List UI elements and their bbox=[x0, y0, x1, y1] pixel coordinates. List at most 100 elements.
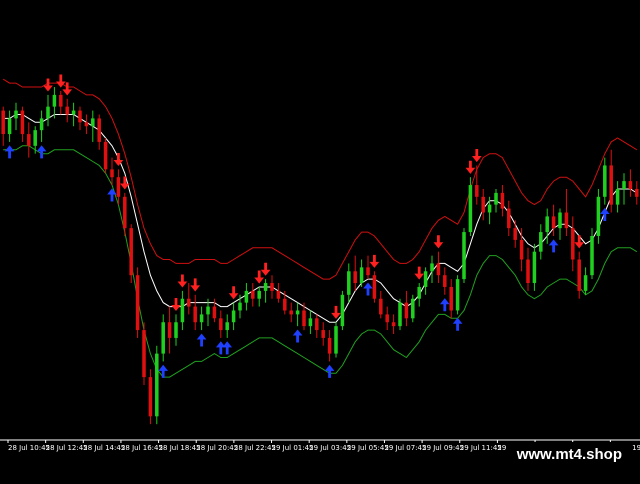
candle-body bbox=[225, 322, 229, 331]
buy-arrow-icon bbox=[439, 298, 450, 312]
candle-body bbox=[174, 322, 178, 338]
candle-body bbox=[97, 118, 101, 142]
sell-arrow-icon bbox=[465, 160, 476, 174]
candle-body bbox=[475, 185, 479, 197]
candle-body bbox=[417, 286, 421, 299]
candle-body bbox=[142, 330, 146, 378]
candle-body bbox=[135, 275, 140, 331]
candle-body bbox=[590, 236, 594, 276]
candle-body bbox=[251, 290, 255, 299]
candle-body bbox=[295, 310, 300, 315]
candle-body bbox=[219, 318, 223, 331]
candle-body bbox=[385, 314, 389, 323]
candle-body bbox=[231, 310, 236, 323]
candle-body bbox=[257, 290, 261, 299]
candle-body bbox=[532, 251, 537, 284]
candle-body bbox=[526, 259, 530, 284]
candle-body bbox=[340, 294, 345, 327]
sell-arrow-icon bbox=[433, 235, 444, 249]
candle-body bbox=[167, 322, 172, 338]
x-tick-label: 28 Jul 12:45 bbox=[46, 444, 88, 452]
candle-body bbox=[283, 298, 287, 311]
candle-body bbox=[78, 110, 82, 123]
candle-body bbox=[148, 377, 153, 417]
x-tick-label: 28 Jul 20:45 bbox=[196, 444, 238, 452]
buy-arrow-icon bbox=[215, 341, 226, 355]
candle-body bbox=[455, 279, 460, 311]
candle-body bbox=[1, 110, 5, 135]
candle-body bbox=[603, 165, 607, 197]
sell-arrow-icon bbox=[171, 298, 181, 312]
buy-arrow-icon bbox=[196, 333, 207, 347]
candle-body bbox=[487, 204, 492, 213]
candle-body bbox=[558, 212, 562, 229]
candle-body bbox=[423, 271, 428, 287]
candle-body bbox=[366, 267, 370, 276]
candle-body bbox=[27, 134, 31, 146]
x-tick-label: 29 Jul 03:45 bbox=[309, 444, 351, 452]
candle-body bbox=[289, 310, 293, 315]
candle-body bbox=[123, 196, 127, 229]
x-tick-label: 28 Jul 14:45 bbox=[83, 444, 125, 452]
candle-body bbox=[500, 192, 505, 209]
candle-body bbox=[129, 228, 133, 276]
candle-body bbox=[551, 216, 556, 229]
x-tick-label: 29 Jul 09:45 bbox=[422, 444, 464, 452]
buy-arrow-icon bbox=[363, 282, 373, 296]
candle-body bbox=[7, 118, 12, 135]
candle-body bbox=[20, 110, 25, 135]
candle-body bbox=[539, 232, 543, 252]
candle-body bbox=[199, 314, 204, 323]
candle-body bbox=[513, 228, 517, 240]
candle-body bbox=[507, 208, 511, 229]
candle-body bbox=[635, 188, 639, 197]
candle-body bbox=[110, 169, 114, 178]
buy-arrow-icon bbox=[292, 329, 303, 343]
candle-body bbox=[71, 110, 76, 115]
candle-body bbox=[327, 337, 332, 354]
candle-body bbox=[14, 110, 18, 119]
sell-arrow-icon bbox=[190, 278, 201, 292]
candle-body bbox=[212, 306, 217, 319]
candle-body bbox=[411, 298, 415, 319]
candle-body bbox=[372, 275, 377, 299]
candle-body bbox=[39, 118, 44, 131]
candle-body bbox=[379, 298, 383, 315]
candle-body bbox=[564, 212, 569, 229]
candle-body bbox=[583, 275, 588, 291]
candle-body bbox=[263, 283, 268, 291]
candle-body bbox=[622, 181, 626, 189]
x-tick-label: 28 Jul 10:45 bbox=[8, 444, 50, 452]
candle-body bbox=[206, 306, 210, 315]
candle-body bbox=[91, 118, 95, 127]
sell-arrow-icon bbox=[471, 149, 482, 163]
buy-arrow-icon bbox=[222, 341, 233, 355]
candle-body bbox=[52, 94, 57, 107]
price-chart[interactable]: 28 Jul 10:45 28 Jul 12:45 28 Jul 14:45 28 J… bbox=[0, 0, 640, 480]
candle-body bbox=[180, 298, 185, 323]
sell-arrow-icon bbox=[177, 274, 188, 288]
candle-body bbox=[609, 165, 613, 205]
candle-body bbox=[462, 232, 466, 280]
x-tick-label: 28 Jul 16:45 bbox=[121, 444, 163, 452]
x-tick-label: 28 Jul 18:45 bbox=[159, 444, 201, 452]
buy-arrow-icon bbox=[548, 239, 559, 253]
candle-body bbox=[59, 94, 63, 107]
candle-body bbox=[46, 106, 50, 119]
x-tick-label: 29 Jul 11:45 bbox=[460, 444, 502, 452]
candle-body bbox=[430, 263, 434, 272]
candle-body bbox=[33, 130, 37, 146]
chart-svg: 28 Jul 10:4528 Jul 12:4528 Jul 14:4528 J… bbox=[0, 74, 640, 452]
x-tick-label: 28 Jul 22:45 bbox=[234, 444, 276, 452]
buy-arrow-icon bbox=[4, 145, 15, 159]
candle-body bbox=[334, 326, 338, 354]
candle-body bbox=[193, 306, 197, 323]
candle-body bbox=[436, 263, 441, 276]
x-tick-label: 29 Jul 01:45 bbox=[272, 444, 314, 452]
candle-body bbox=[571, 228, 575, 260]
candle-body bbox=[321, 330, 325, 338]
sell-arrow-icon bbox=[331, 305, 341, 319]
candle-body bbox=[347, 271, 351, 295]
candle-body bbox=[545, 216, 549, 233]
candle-body bbox=[494, 192, 498, 205]
